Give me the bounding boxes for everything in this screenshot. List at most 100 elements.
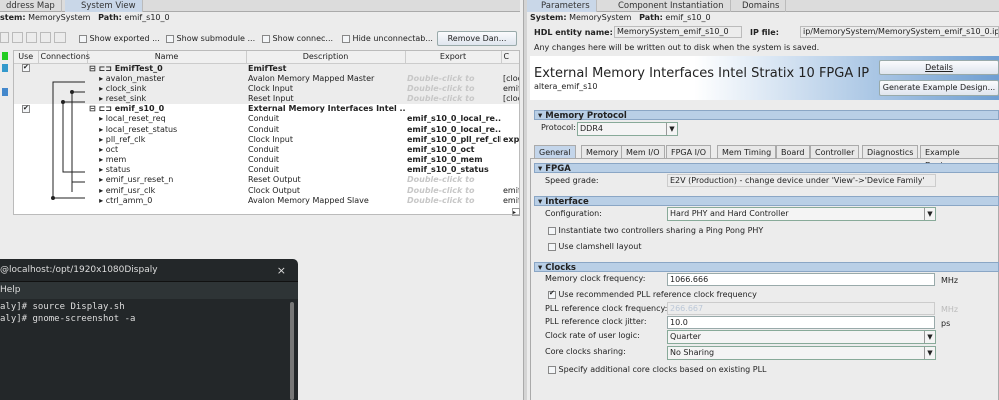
clamshell-checkbox[interactable]: Use clamshell layout [548,242,641,251]
ip-file-field[interactable]: ip/MemorySystem/MemorySystem_emif_s10_0.… [800,26,999,38]
tab-component-instantiation[interactable]: Component Instantiation [612,0,731,12]
name-cell[interactable]: ⊟ ⊏⊐ EmifTest_0 [87,63,246,74]
export-cell[interactable]: emif_s10_0_local_re... [405,114,501,124]
param-tab-memory[interactable]: Memory [581,145,624,158]
export-cell[interactable]: emif_s10_0_oct [405,145,501,155]
name-cell[interactable]: ▸ oct [87,145,246,155]
table-row[interactable]: ▸ local_reset_status Conduit emif_s10_0_… [14,124,519,134]
table-row[interactable]: ▸ emif_usr_reset_n Reset Output Double-c… [14,175,519,185]
add-icon[interactable] [2,52,8,60]
terminal-output[interactable]: aly]# source Display.sh aly]# gnome-scre… [0,301,135,325]
name-cell[interactable]: ▸ mem [87,155,246,165]
connect-icon[interactable] [2,64,8,72]
hide-unconnectable-checkbox[interactable]: Hide unconnectab... [342,34,433,43]
remove-dangling-button[interactable]: Remove Dan... [437,31,517,46]
show-exported-checkbox[interactable]: Show exported ... [79,34,160,43]
expand-icon[interactable] [40,32,51,43]
table-row[interactable]: ▸ mem Conduit emif_s10_0_mem [14,155,519,165]
tab-system-view[interactable]: System View [65,0,143,12]
name-cell[interactable]: ▸ avalon_master [87,73,246,84]
use-checkbox[interactable] [22,63,30,72]
name-cell[interactable]: ▸ pll_ref_clk [87,135,246,145]
param-tab-controller[interactable]: Controller [810,145,860,158]
param-tab-mem-timing[interactable]: Mem Timing [717,145,777,158]
tab-address-map[interactable]: ddress Map [0,0,62,12]
table-row[interactable]: ▸ clock_sink Clock Input Double-click to… [14,83,519,94]
table-row[interactable]: ▸ avalon_master Avalon Memory Mapped Mas… [14,73,519,84]
scroll-right-button[interactable]: ▸ [512,208,520,216]
export-cell[interactable]: emif_s10_0_mem [405,155,501,165]
protocol-select[interactable]: DDR4 ▼ [577,122,678,136]
col-name[interactable]: Name [87,51,247,64]
table-row[interactable]: ⊟ ⊏⊐ emif_s10_0 External Memory Interfac… [14,104,519,114]
hdl-entity-field[interactable]: MemorySystem_emif_s10_0 [614,26,742,38]
pll-jitter-input[interactable]: 10.0 [667,316,935,329]
additional-core-clocks-checkbox[interactable]: Specify additional core clocks based on … [548,365,767,374]
table-row[interactable]: ⊟ ⊏⊐ EmifTest_0 EmifTest [14,63,519,74]
export-cell[interactable]: Double-click to [405,175,501,185]
configuration-select[interactable]: Hard PHY and Hard Controller ▼ [667,207,936,221]
col-clock[interactable]: C [501,51,519,64]
name-cell[interactable]: ▸ emif_usr_reset_n [87,175,246,185]
show-connections-checkbox[interactable]: Show connec... [262,34,333,43]
export-cell[interactable]: Double-click to [405,93,501,105]
core-clocks-sharing-select[interactable]: No Sharing ▼ [667,346,936,360]
export-cell[interactable]: Double-click to [405,83,501,94]
export-cell[interactable]: Double-click to [405,196,501,206]
show-submodule-checkbox[interactable]: Show submodule ... [166,34,255,43]
remove-icon[interactable] [2,76,8,84]
panel-splitter[interactable] [523,0,527,400]
col-use[interactable]: Use [14,51,39,64]
table-row[interactable]: ▸ ctrl_amm_0 Avalon Memory Mapped Slave … [14,196,519,206]
interface-header[interactable]: ▾ Interface [534,196,999,207]
table-row[interactable]: ▸ pll_ref_clk Clock Input emif_s10_0_pll… [14,135,519,145]
name-cell[interactable]: ▸ local_reset_status [87,124,246,134]
export-cell[interactable]: emif_s10_0_local_re... [405,124,501,134]
export-cell[interactable]: Double-click to [405,186,501,196]
table-row[interactable]: ▸ reset_sink Reset Input Double-click to… [14,93,519,105]
close-icon[interactable]: × [277,259,286,282]
export-cell[interactable]: emif_s10_0_pll_ref_clk [405,135,501,145]
name-cell[interactable]: ▸ ctrl_amm_0 [87,196,246,206]
terminal-scrollbar[interactable] [290,302,294,400]
name-cell[interactable]: ▸ clock_sink [87,83,246,94]
param-tab-general[interactable]: General [534,145,576,158]
details-button[interactable]: Details [879,60,999,75]
zoom-out-icon[interactable] [0,32,9,43]
collapse-icon[interactable] [26,32,37,43]
use-cell[interactable] [14,63,38,74]
collapse-icon[interactable]: ⊟ [89,104,96,113]
table-row[interactable]: ▸ emif_usr_clk Clock Output Double-click… [14,186,519,196]
use-cell[interactable] [14,104,38,114]
param-tab-board[interactable]: Board [776,145,810,158]
generate-example-design-button[interactable]: Generate Example Design... [879,80,999,96]
clock-rate-select[interactable]: Quarter ▼ [667,330,936,344]
param-tab-fpga-i-o[interactable]: FPGA I/O [666,145,711,158]
fpga-header[interactable]: ▾ FPGA [534,163,999,174]
name-cell[interactable]: ▸ emif_usr_clk [87,186,246,196]
use-recommended-pll-checkbox[interactable]: Use recommended PLL reference clock freq… [548,289,757,299]
name-cell[interactable]: ▸ status [87,165,246,175]
tab-domains[interactable]: Domains [736,0,787,12]
collapse-icon[interactable]: ⊟ [89,64,96,73]
export-cell[interactable]: Double-click to [405,73,501,84]
param-tab-example-designs[interactable]: Example Designs [920,145,999,170]
clocks-header[interactable]: ▾ Clocks [534,262,999,273]
table-row[interactable]: ▸ local_reset_req Conduit emif_s10_0_loc… [14,114,519,124]
param-tab-diagnostics[interactable]: Diagnostics [862,145,919,158]
export-cell[interactable]: emif_s10_0_status [405,165,501,175]
name-cell[interactable]: ▸ local_reset_req [87,114,246,124]
name-cell[interactable]: ⊟ ⊏⊐ emif_s10_0 [87,104,246,114]
table-row[interactable]: ▸ status Conduit emif_s10_0_status [14,165,519,175]
memory-clock-input[interactable]: 1066.666 [667,273,935,286]
memory-protocol-header[interactable]: ▾ Memory Protocol [534,110,999,121]
col-connections[interactable]: Connections [38,51,90,64]
zoom-in-icon[interactable] [12,32,23,43]
col-export[interactable]: Export [405,51,502,64]
edit-icon[interactable] [2,88,8,96]
param-tab-mem-i-o[interactable]: Mem I/O [621,145,665,158]
export-cell[interactable] [405,63,501,74]
name-cell[interactable]: ▸ reset_sink [87,93,246,105]
ping-pong-checkbox[interactable]: Instantiate two controllers sharing a Pi… [548,226,763,235]
tab-parameters[interactable]: Parameters [527,0,597,12]
